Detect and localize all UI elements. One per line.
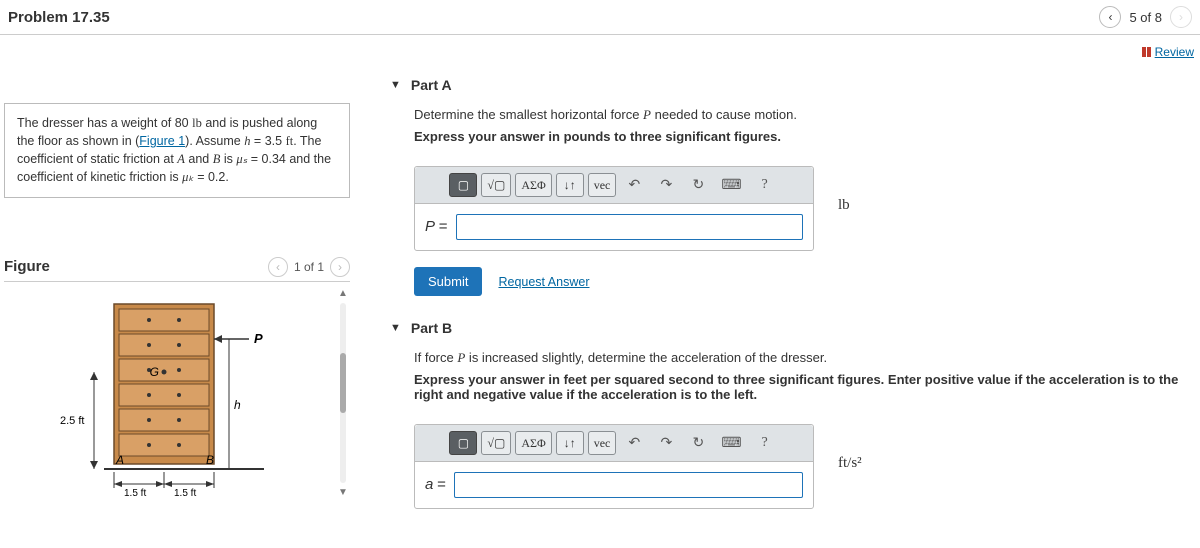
part-b-unit: ft/s² — [828, 455, 862, 472]
keyboard-button[interactable]: ⌨ — [716, 431, 746, 455]
problem-statement: The dresser has a weight of 80 lb and is… — [4, 103, 350, 198]
redo-button[interactable]: ↷ — [652, 173, 680, 197]
part-b-answer-input[interactable] — [454, 472, 803, 498]
problem-counter: 5 of 8 — [1129, 10, 1162, 25]
figure-next-button[interactable]: › — [330, 257, 350, 277]
part-b-answer-widget: ▢ √▢ ΑΣΦ ↓↑ vec ↶ ↷ ↻ ⌨ ? a = — [414, 424, 814, 509]
svg-text:P: P — [254, 331, 263, 346]
reset-button[interactable]: ↻ — [684, 431, 712, 455]
greek-button[interactable]: ΑΣΦ — [515, 173, 551, 197]
problem-title: Problem 17.35 — [8, 9, 110, 26]
vec-button[interactable]: vec — [588, 173, 617, 197]
sqrt-button[interactable]: √▢ — [481, 431, 511, 455]
svg-text:h: h — [234, 398, 241, 412]
part-a-request-answer-link[interactable]: Request Answer — [498, 275, 589, 289]
svg-text:G: G — [150, 365, 159, 379]
reset-button[interactable]: ↻ — [684, 173, 712, 197]
figure-prev-button[interactable]: ‹ — [268, 257, 288, 277]
prev-problem-button[interactable]: ‹ — [1099, 6, 1121, 28]
part-b-question: If force P is increased slightly, determ… — [414, 350, 1200, 366]
subscript-button[interactable]: ↓↑ — [556, 173, 584, 197]
redo-button[interactable]: ↷ — [652, 431, 680, 455]
part-a-submit-button[interactable]: Submit — [414, 267, 482, 296]
scroll-down-icon[interactable]: ▼ — [338, 487, 348, 498]
template-button[interactable]: ▢ — [449, 173, 477, 197]
subscript-button[interactable]: ↓↑ — [556, 431, 584, 455]
caret-down-icon: ▼ — [390, 79, 401, 91]
figure-title: Figure — [4, 258, 50, 275]
review-link[interactable]: Review — [1142, 45, 1194, 59]
help-button[interactable]: ? — [751, 173, 779, 197]
part-a-answer-widget: ▢ √▢ ΑΣΦ ↓↑ vec ↶ ↷ ↻ ⌨ ? P = — [414, 166, 814, 251]
help-button[interactable]: ? — [751, 431, 779, 455]
part-a-answer-input[interactable] — [456, 214, 803, 240]
scroll-up-icon[interactable]: ▲ — [338, 288, 348, 299]
svg-text:1.5 ft: 1.5 ft — [174, 488, 196, 499]
svg-text:B: B — [206, 453, 214, 467]
svg-text:A: A — [115, 453, 124, 467]
figure-counter: 1 of 1 — [294, 260, 324, 274]
svg-text:1.5 ft: 1.5 ft — [124, 488, 146, 499]
svg-text:2.5 ft: 2.5 ft — [60, 415, 84, 427]
part-a-instruction: Express your answer in pounds to three s… — [414, 129, 1200, 144]
next-problem-button[interactable]: › — [1170, 6, 1192, 28]
template-button[interactable]: ▢ — [449, 431, 477, 455]
undo-button[interactable]: ↶ — [620, 173, 648, 197]
figure-scrollbar[interactable]: ▲ ▼ — [336, 288, 350, 498]
part-b-header[interactable]: ▼ Part B — [390, 306, 1200, 344]
answer-variable: a = — [425, 476, 446, 494]
undo-button[interactable]: ↶ — [620, 431, 648, 455]
flag-icon — [1142, 47, 1151, 57]
sqrt-button[interactable]: √▢ — [481, 173, 511, 197]
part-a-question: Determine the smallest horizontal force … — [414, 107, 1200, 123]
part-a-unit: lb — [828, 197, 850, 214]
part-b-instruction: Express your answer in feet per squared … — [414, 372, 1200, 402]
keyboard-button[interactable]: ⌨ — [716, 173, 746, 197]
caret-down-icon: ▼ — [390, 322, 401, 334]
figure-image: P G h 2.5 ft A B — [4, 282, 332, 507]
greek-button[interactable]: ΑΣΦ — [515, 431, 551, 455]
figure-link[interactable]: Figure 1 — [139, 134, 185, 148]
part-a-header[interactable]: ▼ Part A — [390, 63, 1200, 101]
answer-variable: P = — [425, 218, 448, 236]
vec-button[interactable]: vec — [588, 431, 617, 455]
